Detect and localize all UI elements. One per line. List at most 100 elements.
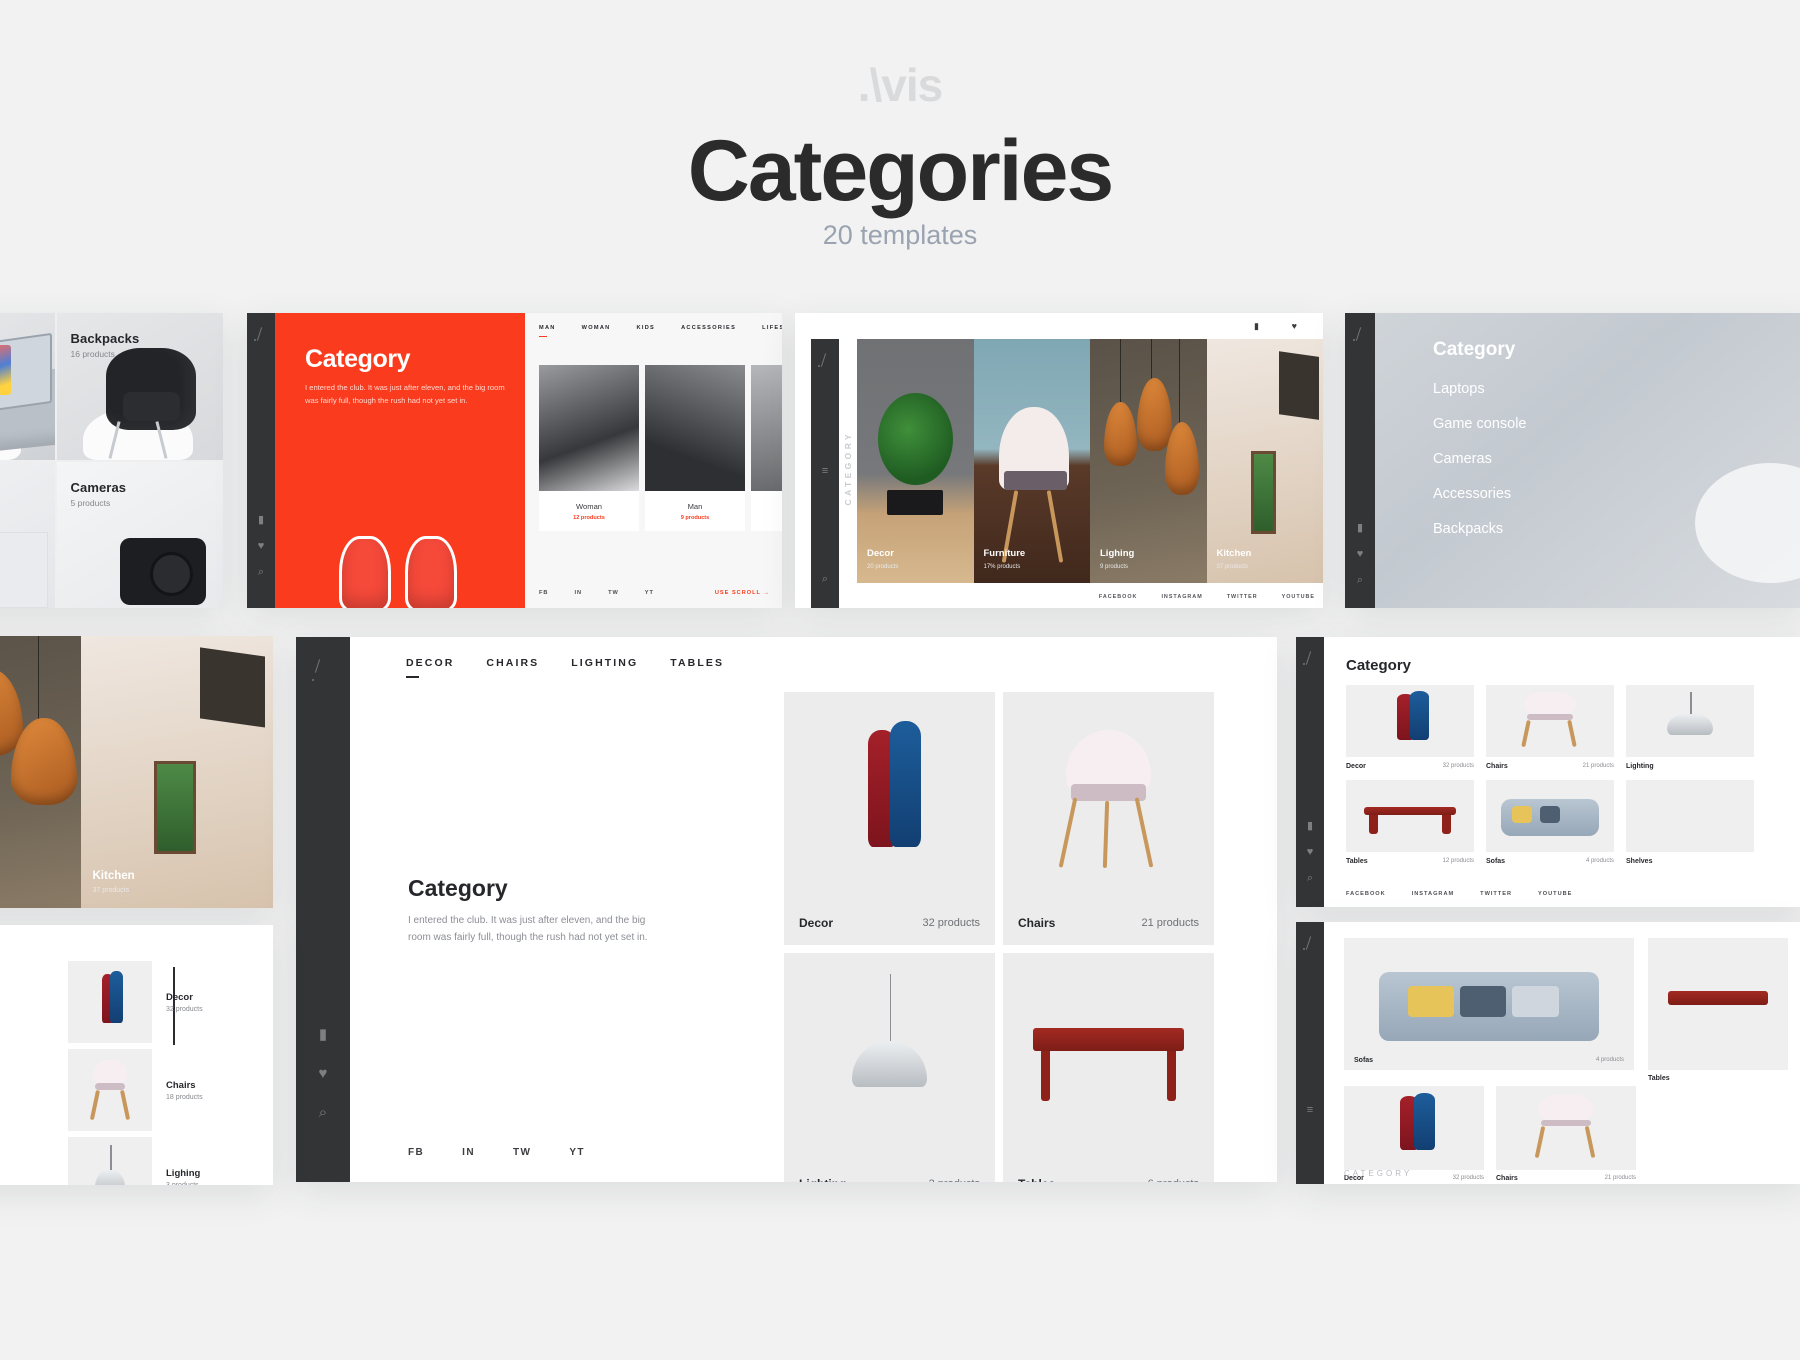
product-card-tables[interactable]: Tables 6 products: [1003, 953, 1214, 1182]
lighting-photo: [1090, 339, 1207, 583]
nav-item-man[interactable]: MAN: [539, 325, 556, 337]
heart-icon[interactable]: ♥: [1357, 548, 1364, 560]
avis-logo-icon[interactable]: [312, 659, 334, 687]
menu-icon[interactable]: ≡: [822, 465, 828, 477]
template-card-sofas[interactable]: ≡ Sofas 4 products Tables Decor 32 produ…: [1296, 922, 1800, 1184]
bag-icon[interactable]: ▮: [319, 1025, 327, 1043]
column-furniture[interactable]: Furniture 17% products: [973, 339, 1090, 583]
bag-icon[interactable]: ▮: [1357, 521, 1363, 534]
product-name: Lighting: [799, 1177, 846, 1182]
template-card-lighting-kitchen[interactable]: Lighing 9 products Kitchen 37 products: [0, 636, 273, 908]
bag-icon[interactable]: ▮: [1254, 321, 1259, 332]
social-twitter[interactable]: TWITTER: [1227, 594, 1258, 600]
heart-icon[interactable]: ♥: [258, 540, 265, 552]
grid-cell-decor[interactable]: Decor 32 products: [1344, 1086, 1484, 1182]
grid-cell-lighting[interactable]: Lighting: [1626, 685, 1754, 770]
social-yt[interactable]: YT: [569, 1147, 585, 1158]
grid-cell-chairs[interactable]: Chairs 21 products: [1496, 1086, 1636, 1182]
social-instagram[interactable]: INSTAGRAM: [1412, 891, 1454, 897]
menu-icon[interactable]: ≡: [1307, 1104, 1313, 1116]
social-tw[interactable]: TW: [513, 1147, 531, 1158]
column-decor[interactable]: Decor 20 products: [857, 339, 974, 583]
template-card-category-list[interactable]: ▮ ♥ ⌕ Category Laptops Game console Came…: [1345, 313, 1800, 608]
heart-icon[interactable]: ♥: [1292, 321, 1297, 331]
social-youtube[interactable]: YOUTUBE: [1282, 594, 1315, 600]
social-tw[interactable]: TW: [608, 590, 619, 596]
grid-cell-tables[interactable]: Tables 12 products: [1346, 780, 1474, 865]
social-facebook[interactable]: FACEBOOK: [1099, 594, 1138, 600]
column-lighing[interactable]: Lighing 9 products: [0, 636, 81, 908]
avis-logo-icon[interactable]: [1353, 327, 1367, 345]
avis-logo-icon[interactable]: [1303, 651, 1317, 669]
product-card-chairs[interactable]: Chairs 21 products: [1003, 692, 1214, 945]
nav-item-kids[interactable]: KIDS: [637, 325, 656, 331]
tab-chairs[interactable]: CHAIRS: [486, 657, 539, 669]
heart-icon[interactable]: ♥: [1307, 846, 1314, 858]
avis-logo-icon[interactable]: [1303, 936, 1317, 954]
template-card-scroll-list[interactable]: Decor 32 products Chairs 18 products Lig…: [0, 925, 273, 1185]
template-card-red-hero[interactable]: ▮ ♥ ⌕ Category I entered the club. It wa…: [247, 313, 782, 608]
column-lighing[interactable]: Lighing 9 products: [1090, 339, 1207, 583]
nav-item-lifestyle[interactable]: LIFESTYLE: [762, 325, 782, 331]
list-item-accessories[interactable]: Accessories: [1433, 486, 1527, 502]
social-twitter[interactable]: TWITTER: [1480, 891, 1512, 897]
social-fb[interactable]: FB: [539, 590, 548, 596]
template-card-tile-grid[interactable]: Laptops 20 products Backpacks 16 product…: [0, 313, 223, 608]
tile-cameras[interactable]: Cameras 5 products: [56, 461, 223, 608]
column-name: Kitchen: [1216, 548, 1252, 559]
social-in[interactable]: IN: [574, 590, 582, 596]
grid-cell-chairs[interactable]: Chairs 21 products: [1486, 685, 1614, 770]
list-item-game-console[interactable]: Game console: [1433, 416, 1527, 432]
tile-backpacks[interactable]: Backpacks 16 products: [56, 313, 223, 460]
shoe-shape: [405, 536, 457, 608]
avis-logo-icon[interactable]: [254, 327, 268, 345]
grid-cell-shelves[interactable]: Shelves: [1626, 780, 1754, 865]
bag-icon[interactable]: ▮: [258, 513, 264, 526]
search-icon[interactable]: ⌕: [822, 573, 828, 586]
social-in[interactable]: IN: [462, 1147, 475, 1158]
grid-cell-sofas[interactable]: Sofas 4 products: [1486, 780, 1614, 865]
social-instagram[interactable]: INSTAGRAM: [1161, 594, 1202, 600]
avis-logo-icon[interactable]: [818, 353, 832, 371]
grid-cell-tables[interactable]: Tables: [1648, 938, 1788, 1082]
template-card-main[interactable]: ▮ ♥ ⌕ DECOR CHAIRS LIGHTING TABLES Categ…: [296, 637, 1277, 1182]
search-icon[interactable]: ⌕: [258, 566, 264, 579]
list-item-cameras[interactable]: Cameras: [1433, 451, 1527, 467]
tab-lighting[interactable]: LIGHTING: [571, 657, 638, 669]
nav-item-woman[interactable]: WOMAN: [582, 325, 611, 331]
main-nav[interactable]: DECOR CHAIRS LIGHTING TABLES: [406, 657, 724, 678]
tile-laptops[interactable]: Laptops 20 products: [0, 313, 55, 460]
template-card-photo-columns[interactable]: ▮ ♥ ≡ ⌕ CATEGORY Decor 20 products Furni…: [795, 313, 1323, 608]
column-kitchen[interactable]: Kitchen 37 products: [80, 636, 273, 908]
product-card-lighting[interactable]: Lighting 3 products: [784, 953, 995, 1182]
list-item[interactable]: Decor 32 products: [68, 961, 203, 1043]
search-icon[interactable]: ⌕: [319, 1104, 327, 1121]
list-item[interactable]: Chairs 18 products: [68, 1049, 203, 1131]
product-card-woman[interactable]: Woman 12 products: [539, 365, 639, 531]
heart-icon[interactable]: ♥: [319, 1065, 328, 1082]
bag-icon[interactable]: ▮: [1307, 819, 1313, 832]
social-yt[interactable]: YT: [645, 590, 654, 596]
column-kitchen[interactable]: Kitchen 37 products: [1206, 339, 1323, 583]
category-list[interactable]: Laptops Game console Cameras Accessories…: [1433, 381, 1527, 556]
hero-cell-sofas[interactable]: Sofas 4 products: [1344, 938, 1634, 1070]
cell-name: Sofas: [1354, 1057, 1374, 1064]
search-icon[interactable]: ⌕: [1307, 872, 1313, 885]
grid-cell-decor[interactable]: Decor 32 products: [1346, 685, 1474, 770]
nav-item-accessories[interactable]: ACCESSORIES: [681, 325, 736, 331]
tab-decor[interactable]: DECOR: [406, 657, 454, 678]
social-youtube[interactable]: YOUTUBE: [1538, 891, 1572, 897]
list-item-laptops[interactable]: Laptops: [1433, 381, 1527, 397]
product-card-decor[interactable]: Decor 32 products: [784, 692, 995, 945]
template-card-mini-grid[interactable]: ▮ ♥ ⌕ Category Decor 32 products Chairs …: [1296, 637, 1800, 907]
social-fb[interactable]: FB: [408, 1147, 424, 1158]
tile-home-console[interactable]: Home console 20 products: [0, 461, 55, 608]
social-facebook[interactable]: FACEBOOK: [1346, 891, 1386, 897]
product-card-man[interactable]: Man 9 products: [645, 365, 745, 531]
search-icon[interactable]: ⌕: [1357, 574, 1363, 587]
category-nav[interactable]: MAN WOMAN KIDS ACCESSORIES LIFESTYLE: [539, 325, 782, 337]
product-card-partial[interactable]: [751, 365, 782, 531]
tab-tables[interactable]: TABLES: [670, 657, 724, 669]
list-item[interactable]: Lighing 3 products: [68, 1137, 200, 1185]
list-item-backpacks[interactable]: Backpacks: [1433, 521, 1527, 537]
